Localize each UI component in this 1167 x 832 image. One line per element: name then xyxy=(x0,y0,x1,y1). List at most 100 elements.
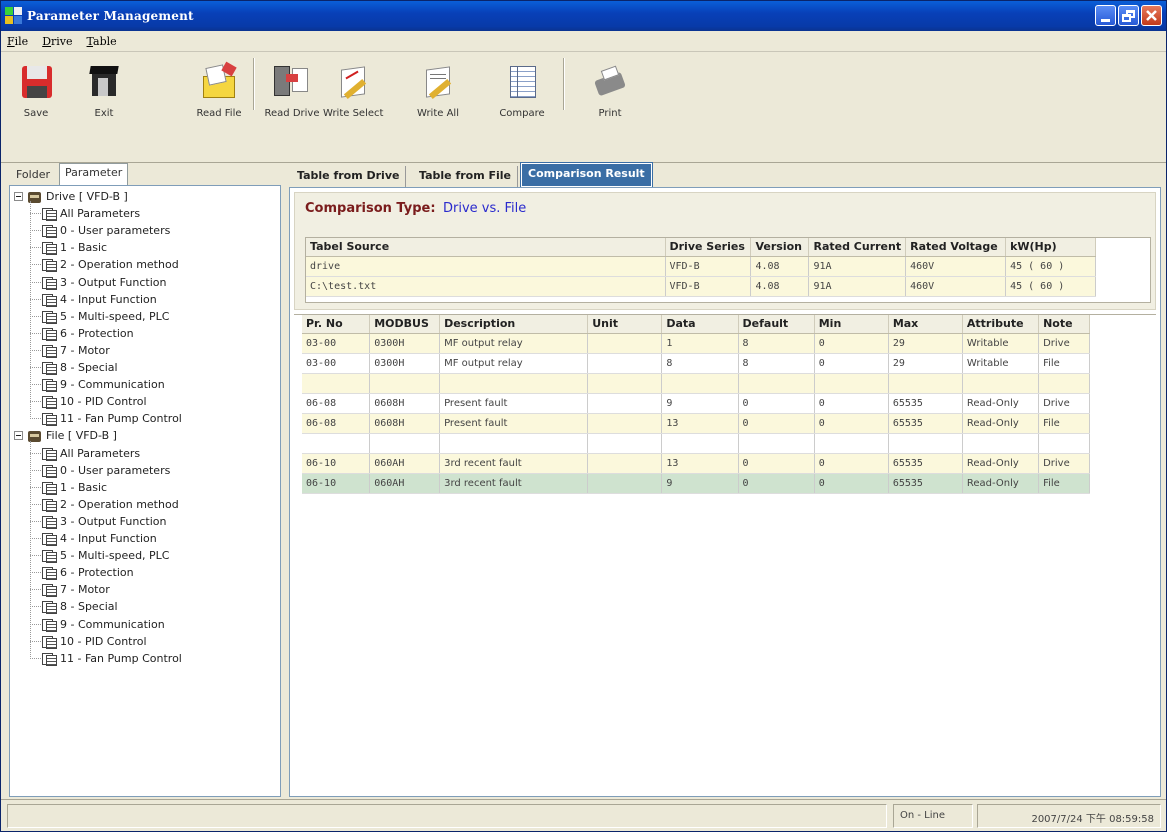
tree-item[interactable]: All Parameters xyxy=(42,445,140,462)
tree-item-label: 7 - Motor xyxy=(60,343,110,357)
exit-button[interactable]: Exit xyxy=(81,62,127,119)
read-file-button[interactable]: Read File xyxy=(191,61,247,119)
tree-item-label: All Parameters xyxy=(60,446,141,460)
window-title: Parameter Management xyxy=(27,9,194,23)
column-header[interactable]: Attribute xyxy=(962,315,1040,334)
column-header[interactable]: Note xyxy=(1038,315,1090,334)
tab-folder[interactable]: Folder xyxy=(11,166,55,185)
column-header[interactable]: Drive Series xyxy=(665,238,752,257)
column-header[interactable]: Max xyxy=(888,315,963,334)
menu-table[interactable]: Table xyxy=(87,35,117,48)
table-cell: 45 ( 60 ) xyxy=(1005,276,1096,297)
tree-item[interactable]: 6 - Protection xyxy=(42,564,134,581)
read-drive-button[interactable]: Read Drive xyxy=(263,62,321,119)
table-row[interactable]: 06-08 0608H Present fault 9 0 0 65535 Read-Only… xyxy=(302,393,1090,414)
tree-node-drive[interactable]: Drive [ VFD-B ] xyxy=(14,188,128,205)
tree-item[interactable]: 8 - Special xyxy=(42,598,118,615)
tree-item[interactable]: 11 - Fan Pump Control xyxy=(42,410,182,427)
collapse-icon[interactable] xyxy=(14,192,23,201)
tree-item[interactable]: 2 - Operation method xyxy=(42,256,179,273)
tree-item[interactable]: 1 - Basic xyxy=(42,239,107,256)
column-header[interactable]: MODBUS xyxy=(369,315,441,334)
table-cell: 060AH xyxy=(369,473,441,494)
close-button[interactable] xyxy=(1141,5,1162,26)
column-header[interactable]: Default xyxy=(738,315,815,334)
collapse-icon[interactable] xyxy=(14,431,23,441)
tab-table-from-drive[interactable]: Table from Drive xyxy=(291,166,407,187)
column-header[interactable]: Pr. No xyxy=(302,315,371,334)
tree-item-label: 9 - Communication xyxy=(60,617,165,631)
tree-item[interactable]: 3 - Output Function xyxy=(42,274,166,291)
tree-item[interactable]: 7 - Motor xyxy=(42,342,110,359)
table-row[interactable]: C:\test.txt VFD-B 4.08 91A 460V 45 ( 60 ) xyxy=(306,276,1096,297)
table-row[interactable] xyxy=(302,433,1090,454)
tree-item[interactable]: 2 - Operation method xyxy=(42,496,179,513)
tree-item[interactable]: 10 - PID Control xyxy=(42,633,147,650)
menu-file[interactable]: File xyxy=(7,35,28,48)
write-all-icon xyxy=(418,62,458,102)
table-row[interactable]: 06-10 060AH 3rd recent fault 9 0 0 65535 Read-O… xyxy=(302,473,1090,494)
table-cell: 9 xyxy=(661,473,739,494)
table-cell: Drive xyxy=(1038,393,1090,414)
column-header[interactable]: Rated Voltage xyxy=(905,238,1007,257)
restore-button[interactable] xyxy=(1118,5,1139,26)
tree-item[interactable]: 5 - Multi-speed, PLC xyxy=(42,308,169,325)
column-header[interactable]: Min xyxy=(814,315,889,334)
tree-item[interactable]: 9 - Communication xyxy=(42,616,165,633)
parameter-group-icon xyxy=(42,549,57,564)
column-header[interactable]: Description xyxy=(439,315,589,334)
table-cell xyxy=(587,433,663,454)
tree-item[interactable]: 5 - Multi-speed, PLC xyxy=(42,547,169,564)
table-cell xyxy=(302,373,371,394)
parameter-group-icon xyxy=(42,464,57,478)
table-row[interactable]: 03-00 0300H MF output relay 1 8 0 29 Writable Dr… xyxy=(302,333,1090,354)
tree-item[interactable]: 0 - User parameters xyxy=(42,222,170,239)
minimize-button[interactable] xyxy=(1095,5,1116,26)
column-header[interactable]: Rated Current xyxy=(808,238,907,257)
column-header[interactable]: Tabel Source xyxy=(306,238,666,257)
table-cell xyxy=(587,373,663,394)
print-button[interactable]: Print xyxy=(585,62,635,119)
tab-table-from-file[interactable]: Table from File xyxy=(413,166,519,187)
table-cell xyxy=(1038,433,1090,454)
table-row[interactable]: 03-00 0300H MF output relay 8 8 0 29 Writable Fi… xyxy=(302,353,1090,374)
table-cell: 0300H xyxy=(369,333,441,354)
table-cell xyxy=(587,413,663,434)
compare-table-icon xyxy=(502,62,542,102)
table-cell: Drive xyxy=(1038,333,1090,354)
comparison-type-value: Drive vs. File xyxy=(443,201,527,216)
tree-item[interactable]: 3 - Output Function xyxy=(42,513,166,530)
column-header[interactable]: Unit xyxy=(587,315,663,334)
menu-drive[interactable]: Drive xyxy=(42,35,72,48)
compare-button[interactable]: Compare xyxy=(495,62,549,119)
tree-item[interactable]: 0 - User parameters xyxy=(42,462,170,479)
table-cell: Read-Only xyxy=(962,393,1040,414)
tree-item[interactable]: 8 - Special xyxy=(42,359,118,376)
column-header[interactable]: Data xyxy=(661,315,739,334)
tree-item[interactable]: 1 - Basic xyxy=(42,479,107,496)
tree-item[interactable]: 7 - Motor xyxy=(42,581,110,598)
tab-comparison-result[interactable]: Comparison Result xyxy=(520,162,653,188)
write-all-button[interactable]: Write All xyxy=(413,62,463,119)
tree-item[interactable]: 4 - Input Function xyxy=(42,291,157,308)
tree-item[interactable]: 9 - Communication xyxy=(42,376,165,393)
table-cell: 3rd recent fault xyxy=(439,473,589,494)
title-bar[interactable]: Parameter Management xyxy=(1,1,1166,31)
table-row[interactable] xyxy=(302,373,1090,394)
table-row[interactable]: 06-08 0608H Present fault 13 0 0 65535 Read-Onl… xyxy=(302,413,1090,434)
column-header[interactable]: Version xyxy=(750,238,810,257)
tree-item-label: 0 - User parameters xyxy=(60,463,171,477)
tree-item[interactable]: 11 - Fan Pump Control xyxy=(42,650,182,667)
tree-item-label: 9 - Communication xyxy=(60,378,165,392)
tree-item[interactable]: 4 - Input Function xyxy=(42,530,157,547)
column-header[interactable]: kW(Hp) xyxy=(1005,238,1096,257)
table-row[interactable]: 06-10 060AH 3rd recent fault 13 0 0 65535 Read-… xyxy=(302,453,1090,474)
write-select-button[interactable]: Write Select xyxy=(323,62,383,119)
tree-item-label: 4 - Input Function xyxy=(60,532,157,545)
tree-item[interactable]: 10 - PID Control xyxy=(42,393,147,410)
tree-item[interactable]: 6 - Protection xyxy=(42,325,134,342)
tab-parameter[interactable]: Parameter xyxy=(59,163,129,185)
save-button[interactable]: Save xyxy=(13,62,59,119)
tree-item[interactable]: All Parameters xyxy=(42,205,140,222)
table-row[interactable]: drive VFD-B 4.08 91A 460V 45 ( 60 ) xyxy=(306,256,1096,277)
